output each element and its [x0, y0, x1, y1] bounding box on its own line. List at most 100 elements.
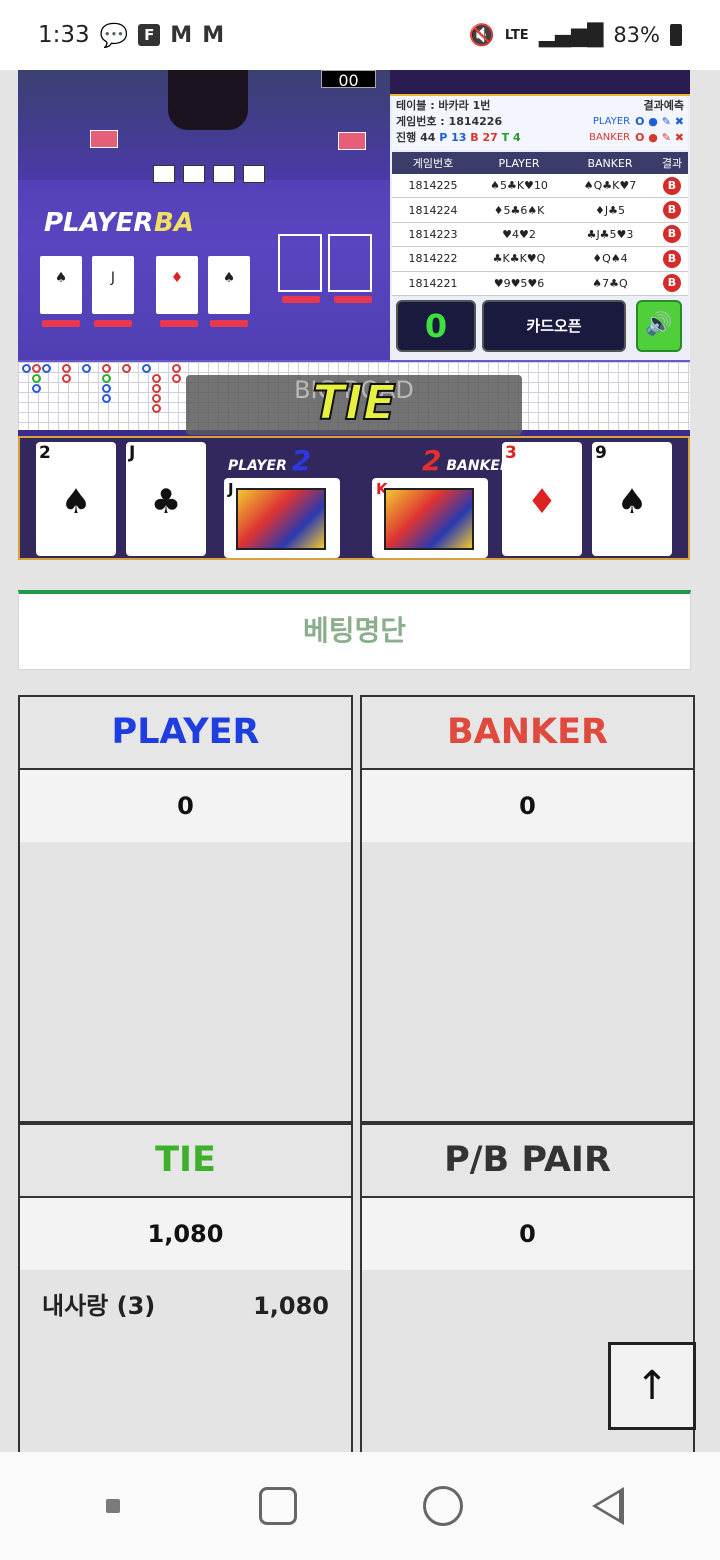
- player-tag-label: PLAYER: [228, 458, 287, 474]
- banker-score-tag: 2 BANKER: [422, 444, 511, 477]
- player-score: 2: [291, 444, 312, 477]
- road-dot: [102, 364, 111, 373]
- card-slot-light: [94, 320, 132, 327]
- history-player: ♠5♣K♥10: [490, 179, 548, 193]
- speaker-icon[interactable]: 🔊: [636, 300, 682, 352]
- history-header: 게임번호 PLAYER BANKER 결과: [392, 152, 688, 174]
- history-player: ♥4♥2: [502, 227, 536, 241]
- banker-score: 2: [422, 444, 442, 477]
- empty-card-slot: [278, 234, 322, 292]
- card-slot-light: [42, 320, 80, 327]
- pred-banker-marks[interactable]: O ● ✎ ✖: [635, 130, 684, 146]
- pred-player-marks[interactable]: O ● ✎ ✖: [635, 114, 684, 130]
- card-rank: 9: [595, 443, 607, 463]
- road-dot: [32, 364, 41, 373]
- home-button[interactable]: [413, 1476, 473, 1536]
- prediction-player[interactable]: PLAYER O ● ✎ ✖: [593, 114, 684, 130]
- empty-card-slot: [328, 234, 372, 292]
- history-banker: ♠Q♣K♥7: [583, 179, 637, 193]
- prediction-banker[interactable]: BANKER O ● ✎ ✖: [589, 130, 684, 146]
- banker-third-card: K: [372, 478, 488, 558]
- round-result: TIE: [311, 374, 396, 432]
- progress-banker: B 27: [470, 131, 498, 144]
- banker-bets: BANKER 0: [360, 695, 695, 1123]
- status-right: 🔇 LTE ▂▄▆█ 83%: [469, 23, 682, 48]
- history-player: ♥9♥5♥6: [493, 276, 545, 290]
- mini-card: [243, 165, 265, 183]
- pair-bets-total: 0: [362, 1198, 693, 1270]
- history-banker: ♦Q♠4: [592, 252, 628, 266]
- history-row: 1814222 ♣K♣K♥Q ♦Q♠4 B: [392, 247, 688, 272]
- round-timer: 00: [321, 70, 376, 90]
- banker-card: 3 ♦: [502, 442, 582, 556]
- lte-icon: LTE: [504, 27, 529, 43]
- scroll-to-top-icon[interactable]: ↑: [608, 1342, 696, 1430]
- card-rank: 2: [39, 443, 51, 463]
- history-row: 1814221 ♥9♥5♥6 ♠7♣Q B: [392, 271, 688, 296]
- history-no: 1814223: [408, 227, 458, 241]
- bettor-name: 내사랑 (3): [42, 1292, 156, 1320]
- game-stream: 00 PLAYER BA ♠ J ♦ ♠ 테이블 : 바카라 1번 결과예측 게…: [18, 70, 690, 560]
- pred-banker-label: BANKER: [589, 132, 631, 143]
- overview-button[interactable]: [248, 1476, 308, 1536]
- card-face: [384, 488, 474, 550]
- square-icon: [258, 1487, 297, 1525]
- card-count-display: 0: [396, 300, 476, 352]
- banker-card: 9 ♠: [592, 442, 672, 556]
- card-shoe: [90, 130, 118, 148]
- card-slot-light: [210, 320, 248, 327]
- player-card: 2 ♠: [36, 442, 116, 556]
- bet-list-button[interactable]: 베팅명단: [18, 590, 691, 670]
- signal-icon: ▂▄▆█: [538, 23, 604, 47]
- player-card: J ♣: [126, 442, 206, 556]
- player-bets-title: PLAYER: [20, 697, 351, 770]
- history-row: 1814223 ♥4♥2 ♣J♣5♥3 B: [392, 222, 688, 248]
- history-player: ♦5♣6♠K: [493, 203, 545, 217]
- progress: 진행 44 P 13 B 27 T 4: [396, 130, 521, 146]
- gmail-icon: M: [202, 22, 225, 48]
- card-slot-light: [282, 296, 320, 303]
- pair-bets-title: P/B PAIR: [362, 1125, 693, 1198]
- bet-amount: 1,080: [253, 1292, 329, 1320]
- history-result: B: [663, 274, 681, 293]
- felt-player-label: PLAYER: [44, 208, 154, 238]
- mute-icon: 🔇: [468, 22, 495, 47]
- card-slot-light: [160, 320, 198, 327]
- back-button[interactable]: [578, 1476, 638, 1536]
- card-suit: ♠: [616, 482, 648, 522]
- progress-count: 진행 44: [396, 131, 436, 144]
- status-bar: 1:33 💬 F M M 🔇 LTE ▂▄▆█ 83%: [0, 0, 720, 70]
- progress-player: P 13: [439, 131, 467, 144]
- card-open-button[interactable]: 카드오픈: [482, 300, 626, 352]
- history-row: 1814224 ♦5♣6♠K ♦J♣5 B: [392, 198, 688, 223]
- prediction-label: 결과예측: [643, 99, 684, 112]
- game-info: 테이블 : 바카라 1번 결과예측 게임번호 : 1814226 PLAYER …: [392, 96, 688, 150]
- history-header-banker: BANKER: [587, 156, 633, 170]
- card-rank: 3: [505, 443, 517, 463]
- history-row: 1814225 ♠5♣K♥10 ♠Q♣K♥7 B: [392, 174, 688, 199]
- player-third-card: J: [224, 478, 340, 558]
- road-dot: [172, 364, 181, 373]
- banker-bets-total: 0: [362, 770, 693, 842]
- pred-player-label: PLAYER: [592, 116, 631, 127]
- game-felt: 00 PLAYER BA ♠ J ♦ ♠: [18, 70, 390, 360]
- history-player: ♣K♣K♥Q: [492, 252, 546, 266]
- felt-card: ♠: [208, 256, 250, 314]
- history-header-player: PLAYER: [498, 156, 540, 170]
- recent-apps-button[interactable]: [83, 1476, 143, 1536]
- chat-bubble-icon: 💬: [99, 22, 129, 49]
- history-banker: ♠7♣Q: [592, 276, 628, 290]
- road-dot: [42, 364, 51, 373]
- gmail-icon: M: [170, 22, 193, 48]
- history-banker: ♣J♣5♥3: [586, 227, 634, 241]
- battery-icon: [670, 24, 682, 46]
- card-rank: J: [228, 480, 234, 498]
- history-result: B: [663, 225, 681, 244]
- back-icon: [591, 1487, 624, 1525]
- history-no: 1814225: [408, 179, 458, 193]
- history-result: B: [663, 176, 681, 195]
- player-bets: PLAYER 0: [18, 695, 353, 1123]
- road-dot: [82, 364, 91, 373]
- bet-entry: 내사랑 (3) 1,080: [20, 1270, 351, 1342]
- felt-card: ♦: [156, 256, 198, 314]
